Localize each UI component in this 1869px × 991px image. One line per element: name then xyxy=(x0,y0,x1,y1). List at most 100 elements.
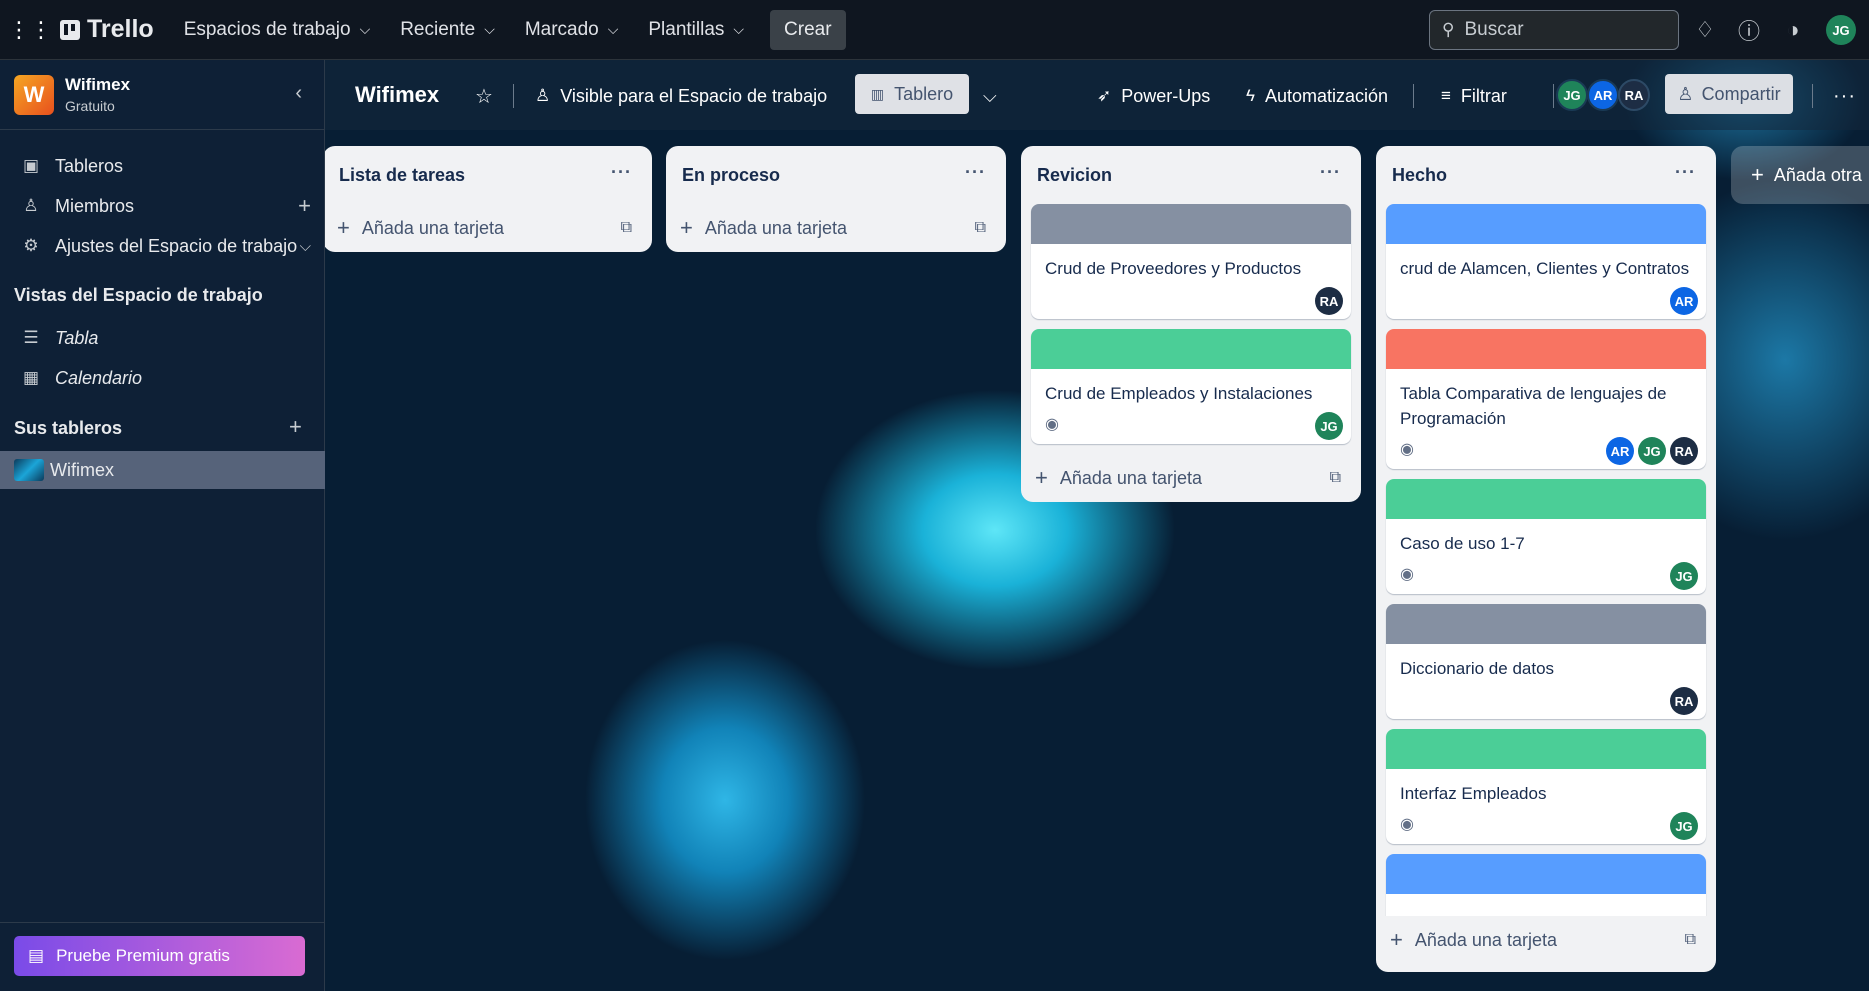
try-premium-button[interactable]: ▤ Pruebe Premium gratis xyxy=(14,936,305,976)
list-menu-icon[interactable]: ··· xyxy=(1675,162,1696,183)
card-member-avatar[interactable]: AR xyxy=(1606,437,1634,465)
nav-starred[interactable]: Marcado ⌵ xyxy=(513,10,631,50)
view-board-button[interactable]: ▥ Tablero xyxy=(855,74,969,114)
list-header[interactable]: En proceso ··· xyxy=(666,146,1006,204)
gear-icon: ⚙ xyxy=(23,236,39,255)
list-title[interactable]: Lista de tareas xyxy=(339,165,465,186)
view-switcher-chevron-icon[interactable]: ⌵ xyxy=(983,80,997,112)
sidebar-item-boards[interactable]: ▣ Tableros xyxy=(0,147,325,185)
chevron-down-icon: ⌵ xyxy=(484,21,495,37)
add-card-label: Añada una tarjeta xyxy=(704,217,847,238)
sidebar-item-table[interactable]: ☰ Tabla xyxy=(0,319,325,357)
card[interactable]: Crud de Proveedores y Productos RA xyxy=(1031,204,1351,319)
theme-toggle-icon[interactable]: ◑ xyxy=(1779,16,1807,44)
card-template-icon[interactable]: ⧉ xyxy=(1685,931,1696,949)
nav-templates[interactable]: Plantillas ⌵ xyxy=(636,10,756,50)
list-title[interactable]: Revicion xyxy=(1037,165,1112,186)
card[interactable]: Caso de uso 1-7 ◉ JG xyxy=(1386,479,1706,594)
list-menu-icon[interactable]: ··· xyxy=(611,162,632,183)
card-footer: ◉ JG xyxy=(1386,806,1706,844)
add-member-icon[interactable]: + xyxy=(298,193,311,219)
card[interactable]: Crud de Empleados y Instalaciones ◉ JG xyxy=(1031,329,1351,444)
divider xyxy=(1812,84,1813,108)
list-title[interactable]: Hecho xyxy=(1392,165,1447,186)
divider xyxy=(1413,84,1414,108)
share-label: Compartir xyxy=(1701,83,1781,104)
card[interactable]: Interfaz Empleados ◉ JG xyxy=(1386,729,1706,844)
filter-button[interactable]: ≡ Filtrar xyxy=(1441,80,1507,112)
app-switcher-icon[interactable]: ⋮⋮ xyxy=(0,0,60,60)
card-cover xyxy=(1386,854,1706,894)
card-member-avatar[interactable]: RA xyxy=(1670,437,1698,465)
sidebar-item-label: Ajustes del Espacio de trabajo xyxy=(55,235,298,256)
add-card-button[interactable]: + Añada una tarjeta ⧉ xyxy=(1021,454,1361,502)
divider xyxy=(513,84,514,108)
card[interactable]: Tabla Comparativa de lenguajes de Progra… xyxy=(1386,329,1706,469)
powerups-label: Power-Ups xyxy=(1121,85,1211,106)
list-menu-icon[interactable]: ··· xyxy=(1320,162,1341,183)
automation-button[interactable]: ϟ Automatización xyxy=(1246,80,1388,112)
board-title[interactable]: Wifimex xyxy=(355,82,439,108)
divider xyxy=(1553,84,1554,108)
add-list-button[interactable]: + Añada otra xyxy=(1731,146,1869,204)
board-member-avatar[interactable]: RA xyxy=(1618,79,1650,111)
sidebar-item-board-wifimex[interactable]: Wifimex xyxy=(0,451,325,489)
add-card-button[interactable]: + Añada una tarjeta ⧉ xyxy=(325,204,652,252)
card-member-avatar[interactable]: RA xyxy=(1670,687,1698,715)
create-button[interactable]: Crear xyxy=(770,9,846,50)
top-navigation-bar: ⋮⋮ Trello Espacios de trabajo ⌵ Reciente ⌵… xyxy=(0,0,1869,60)
collapse-sidebar-icon[interactable]: ‹ xyxy=(295,82,302,105)
card-template-icon[interactable]: ⧉ xyxy=(621,219,632,237)
share-button[interactable]: ♙ Compartir xyxy=(1665,74,1793,114)
card-title: Caso de uso 1-7 xyxy=(1400,534,1525,553)
sidebar-item-label: Tabla xyxy=(55,327,99,348)
board-member-avatar[interactable]: AR xyxy=(1587,79,1619,111)
card-cover xyxy=(1386,329,1706,369)
nav-workspaces[interactable]: Espacios de trabajo ⌵ xyxy=(172,10,383,50)
search-icon: ⚲ xyxy=(1442,20,1455,39)
add-board-icon[interactable]: + xyxy=(289,414,302,440)
workspace-plan: Gratuito xyxy=(65,98,115,114)
views-header: Vistas del Espacio de trabajo xyxy=(14,285,263,306)
card-member-avatar[interactable]: AR xyxy=(1670,287,1698,315)
list-header[interactable]: Revicion ··· xyxy=(1021,146,1361,204)
card-template-icon[interactable]: ⧉ xyxy=(975,219,986,237)
list-menu-icon[interactable]: ··· xyxy=(965,162,986,183)
card-member-avatar[interactable]: JG xyxy=(1315,412,1343,440)
chevron-down-icon: ⌵ xyxy=(733,21,745,37)
list-header[interactable]: Hecho ··· xyxy=(1376,146,1716,204)
user-avatar[interactable]: JG xyxy=(1826,15,1856,45)
board-menu-icon[interactable]: ··· xyxy=(1833,80,1856,112)
list-header[interactable]: Lista de tareas ··· xyxy=(325,146,652,204)
trello-logo[interactable]: Trello xyxy=(60,15,154,44)
sidebar-item-settings[interactable]: ⚙ Ajustes del Espacio de trabajo ⌵ xyxy=(0,227,325,265)
card-member-avatar[interactable]: JG xyxy=(1638,437,1666,465)
card-footer: RA xyxy=(1386,681,1706,719)
search-input[interactable]: ⚲ Buscar xyxy=(1429,10,1679,50)
sidebar-item-label: Tableros xyxy=(55,155,124,176)
card-template-icon[interactable]: ⧉ xyxy=(1330,469,1341,487)
add-person-icon: ♙ xyxy=(1677,83,1694,104)
card-member-avatar[interactable]: JG xyxy=(1670,562,1698,590)
list-cards-scroll[interactable]: crud de Alamcen, Clientes y Contratos AR… xyxy=(1376,204,1716,916)
sidebar-item-members[interactable]: ♙ Miembros + xyxy=(0,187,325,225)
nav-recent[interactable]: Reciente ⌵ xyxy=(388,10,507,50)
card[interactable] xyxy=(1386,854,1706,916)
add-card-button[interactable]: + Añada una tarjeta ⧉ xyxy=(666,204,1006,252)
notifications-icon[interactable]: ♢ xyxy=(1691,16,1719,44)
visibility-button[interactable]: ♙ Visible para el Espacio de trabajo xyxy=(535,80,827,112)
card-member-avatar[interactable]: JG xyxy=(1670,812,1698,840)
powerups-button[interactable]: ➶ Power-Ups xyxy=(1097,80,1210,112)
sidebar-item-calendar[interactable]: ▦ Calendario xyxy=(0,359,325,397)
help-icon[interactable]: ⓘ xyxy=(1735,16,1763,44)
card-title: Tabla Comparativa de lenguajes de Progra… xyxy=(1400,384,1667,428)
card-member-avatar[interactable]: RA xyxy=(1315,287,1343,315)
list-title[interactable]: En proceso xyxy=(682,165,780,186)
star-icon[interactable]: ☆ xyxy=(475,80,493,112)
board-member-avatar[interactable]: JG xyxy=(1556,79,1588,111)
chevron-down-icon: ⌵ xyxy=(607,21,619,37)
card[interactable]: crud de Alamcen, Clientes y Contratos AR xyxy=(1386,204,1706,319)
card[interactable]: Diccionario de datos RA xyxy=(1386,604,1706,719)
nav-templates-label: Plantillas xyxy=(648,18,725,40)
add-card-button[interactable]: + Añada una tarjeta ⧉ xyxy=(1376,916,1716,964)
